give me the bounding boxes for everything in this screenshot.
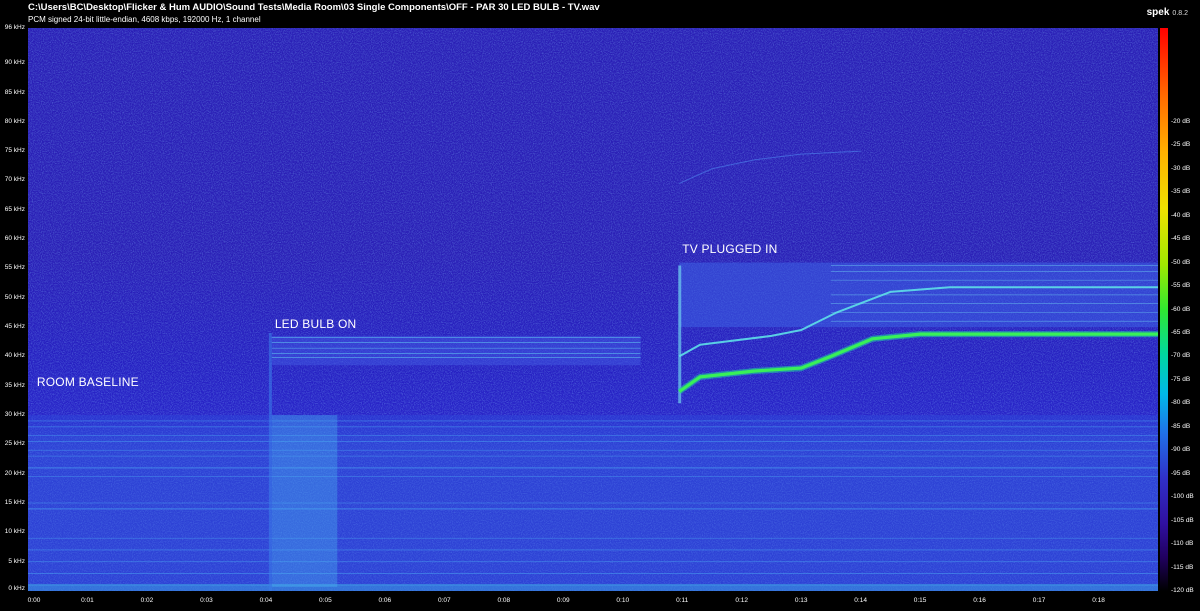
colorbar-tick-label: -65 dB: [1171, 328, 1191, 336]
y-tick-label: 10 kHz: [4, 528, 25, 536]
app-badge: spek 0.8.2: [1147, 2, 1188, 20]
x-tick-label: 0:17: [1032, 597, 1046, 604]
colorbar-tick-label: -35 dB: [1171, 188, 1191, 196]
bulb-burst: [271, 415, 338, 587]
x-tick-label: 0:05: [319, 597, 332, 604]
x-tick-label: 0:01: [81, 597, 94, 604]
colorbar-tick-label: -25 dB: [1171, 141, 1191, 149]
colorbar-tick-label: -105 dB: [1171, 516, 1194, 524]
colorbar: [1160, 28, 1168, 591]
colorbar-tick-label: -45 dB: [1171, 235, 1191, 243]
y-tick-label: 80 kHz: [4, 117, 25, 125]
colorbar-tick-label: -30 dB: [1171, 164, 1191, 172]
app-version: 0.8.2: [1172, 10, 1188, 17]
x-tick-label: 0:18: [1092, 597, 1105, 604]
y-tick-label: 96 kHz: [4, 24, 25, 31]
y-tick-label: 90 kHz: [4, 59, 25, 67]
low-freq-band: [28, 583, 1158, 591]
colorbar-tick-label: -85 dB: [1171, 422, 1191, 430]
y-tick-label: 70 kHz: [4, 176, 25, 184]
window-title: C:\Users\BC\Desktop\Flicker & Hum AUDIO\…: [28, 2, 600, 13]
y-tick-label: 0 kHz: [8, 585, 25, 592]
y-tick-label: 20 kHz: [4, 469, 25, 477]
colorbar-tick-label: -75 dB: [1171, 375, 1191, 383]
y-tick-label: 15 kHz: [4, 499, 25, 507]
y-tick-label: 75 kHz: [4, 147, 25, 155]
colorbar-tick-label: -20 dB: [1171, 117, 1191, 125]
spectrogram-svg: [28, 28, 1158, 591]
tv-onset-line: [678, 265, 682, 404]
x-tick-label: 0:08: [497, 597, 511, 604]
x-tick-label: 0:09: [556, 597, 570, 604]
bulb-onset-line: [268, 332, 272, 591]
y-tick-label: 55 kHz: [4, 264, 25, 272]
colorbar-tick-label: -90 dB: [1171, 446, 1191, 454]
colorbar-tick-label: -95 dB: [1171, 469, 1191, 477]
app-name: spek: [1146, 7, 1170, 18]
x-tick-label: 0:12: [735, 597, 748, 604]
x-tick-label: 0:16: [973, 597, 986, 604]
y-tick-label: 60 kHz: [4, 235, 25, 243]
colorbar-tick-label: -115 dB: [1171, 563, 1194, 571]
colorbar-tick-label: -110 dB: [1171, 540, 1194, 548]
y-tick-label: 50 kHz: [4, 293, 25, 301]
x-tick-label: 0:02: [140, 597, 154, 604]
y-tick-label: 40 kHz: [4, 352, 25, 360]
x-tick-label: 0:11: [676, 597, 689, 604]
y-tick-label: 85 kHz: [4, 88, 25, 96]
colorbar-tick-label: -40 dB: [1171, 211, 1191, 219]
x-tick-label: 0:13: [794, 597, 808, 604]
x-tick-label: 0:14: [854, 597, 867, 604]
x-tick-label: 0:00: [27, 597, 41, 604]
x-tick-label: 0:15: [913, 597, 927, 604]
colorbar-tick-label: -60 dB: [1171, 305, 1191, 313]
y-tick-label: 30 kHz: [4, 411, 25, 419]
y-tick-label: 5 kHz: [8, 557, 25, 565]
y-tick-label: 25 kHz: [4, 440, 25, 448]
colorbar-tick-label: -100 dB: [1171, 493, 1194, 501]
x-tick-label: 0:03: [200, 597, 213, 604]
x-tick-label: 0:10: [616, 597, 630, 604]
annotation-label: TV PLUGGED IN: [682, 241, 778, 256]
spectrogram-plot[interactable]: [28, 28, 1158, 591]
y-tick-label: 45 kHz: [4, 323, 25, 331]
colorbar-tick-label: -120 dB: [1171, 587, 1194, 594]
annotation-label: ROOM BASELINE: [36, 374, 139, 389]
colorbar-tick-label: -55 dB: [1171, 282, 1191, 290]
y-tick-label: 65 kHz: [4, 205, 25, 213]
x-tick-label: 0:06: [378, 597, 392, 604]
bulb-band: [271, 335, 641, 366]
annotation-label: LED BULB ON: [274, 317, 357, 332]
audio-info: PCM signed 24-bit little-endian, 4608 kb…: [28, 15, 261, 24]
y-tick-label: 35 kHz: [4, 381, 25, 389]
colorbar-tick-label: -50 dB: [1171, 258, 1191, 266]
colorbar-tick-label: -80 dB: [1171, 399, 1191, 407]
x-tick-label: 0:07: [437, 597, 451, 604]
x-tick-label: 0:04: [259, 597, 273, 604]
colorbar-tick-label: -70 dB: [1171, 352, 1191, 360]
